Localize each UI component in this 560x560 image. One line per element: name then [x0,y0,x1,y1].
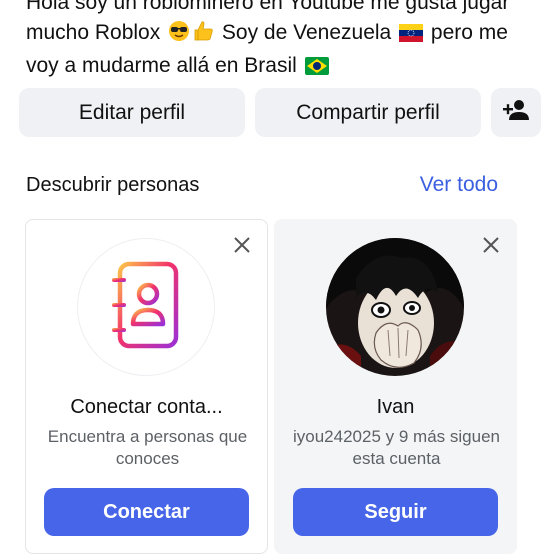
bio-line-2: mucho Roblox Soy de Venezuela pero me [26,18,546,51]
follow-button[interactable]: Seguir [293,488,498,536]
edit-profile-button[interactable]: Editar perfil [19,88,245,137]
person-add-icon [503,99,529,127]
see-all-link[interactable]: Ver todo [420,173,498,197]
card-name: Conectar conta... [70,396,223,418]
card-subtitle: Encuentra a personas que conoces [47,427,248,468]
bio-line-2-end: pero me [425,21,508,44]
bio-line-3: voy a mudarme allá en Brasil [26,51,546,84]
close-icon[interactable] [481,235,501,255]
contacts-book-icon [108,260,184,355]
contacts-avatar [77,238,215,376]
bio-line-2-text: mucho Roblox [26,21,161,44]
add-person-button[interactable] [491,88,541,137]
profile-bio: Hola soy un roblominero en Youtube me gu… [26,0,546,84]
profile-actions: Editar perfil Compartir perfil [19,88,544,138]
sunglasses-emoji-icon [168,20,190,51]
connect-button[interactable]: Conectar [44,488,249,536]
avatar[interactable] [326,238,464,376]
bio-line-1: Hola soy un roblominero en Youtube me gu… [26,0,510,14]
discover-people-title: Descubrir personas [26,174,200,196]
bio-line-3-text: voy a mudarme allá en Brasil [26,54,297,77]
share-profile-button[interactable]: Compartir perfil [255,88,481,137]
suggestion-card-connect-contacts: Conectar conta... Encuentra a personas q… [25,219,268,554]
brazil-flag-icon [304,54,329,84]
card-subtitle: iyou242025 y 9 más siguen esta cuenta [293,427,500,468]
bio-line-2-tail: Soy de Venezuela [216,21,392,44]
close-icon[interactable] [232,235,252,255]
discover-people-header: Descubrir personas Ver todo [26,170,498,200]
suggestion-card-ivan: Ivan iyou242025 y 9 más siguen esta cuen… [274,219,517,554]
venezuela-flag-icon [399,21,424,51]
thumbs-up-emoji-icon [194,20,214,51]
card-name: Ivan [376,396,415,418]
